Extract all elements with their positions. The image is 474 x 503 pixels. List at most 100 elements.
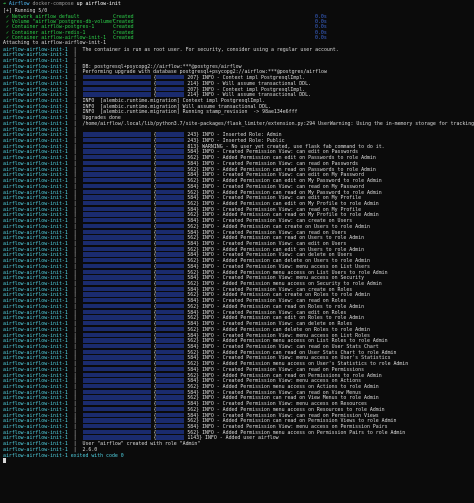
redacted-timestamp xyxy=(82,338,151,343)
redacted-timestamp xyxy=(82,92,151,97)
redacted-timestamp xyxy=(82,195,151,200)
redacted-timestamp xyxy=(82,258,151,263)
redacted-source xyxy=(156,86,185,91)
redacted-source xyxy=(156,252,185,257)
redacted-timestamp xyxy=(82,326,151,332)
redacted-timestamp xyxy=(82,132,151,137)
redacted-timestamp xyxy=(82,235,151,240)
redacted-timestamp xyxy=(82,349,151,354)
redacted-source xyxy=(156,132,185,137)
redacted-timestamp xyxy=(82,183,151,189)
redacted-timestamp xyxy=(82,229,151,234)
redacted-timestamp xyxy=(82,366,151,372)
redacted-source xyxy=(156,189,185,194)
redacted-timestamp xyxy=(82,292,151,297)
redacted-source xyxy=(156,435,185,440)
redacted-source xyxy=(156,401,185,406)
redacted-timestamp xyxy=(82,343,151,349)
redacted-source xyxy=(156,178,185,183)
redacted-source xyxy=(156,338,185,343)
redacted-timestamp xyxy=(82,86,151,91)
redacted-source xyxy=(156,166,185,171)
redacted-source xyxy=(156,303,185,309)
redacted-timestamp xyxy=(82,395,151,400)
redacted-timestamp xyxy=(82,212,151,217)
redacted-timestamp xyxy=(82,315,151,320)
redacted-source xyxy=(156,218,185,223)
redacted-source xyxy=(156,246,185,251)
redacted-timestamp xyxy=(82,178,151,183)
redacted-timestamp xyxy=(82,378,151,383)
redacted-timestamp xyxy=(82,189,151,194)
redacted-source xyxy=(156,263,185,269)
redacted-source xyxy=(156,372,185,377)
redacted-source xyxy=(156,160,185,166)
redacted-timestamp xyxy=(82,263,151,269)
redacted-timestamp xyxy=(82,383,151,389)
redacted-timestamp xyxy=(82,309,151,314)
prompt-command: up airflow-init xyxy=(76,1,121,7)
redacted-timestamp xyxy=(82,240,151,246)
redacted-source xyxy=(156,309,185,314)
redacted-timestamp xyxy=(82,303,151,309)
redacted-timestamp xyxy=(82,246,151,251)
redacted-source xyxy=(156,378,185,383)
redacted-source xyxy=(156,389,185,394)
redacted-source xyxy=(156,366,185,372)
redacted-source xyxy=(156,412,185,417)
redacted-timestamp xyxy=(82,269,151,274)
redacted-source xyxy=(156,138,185,143)
redacted-timestamp xyxy=(82,429,151,435)
redacted-timestamp xyxy=(82,200,151,206)
redacted-timestamp xyxy=(82,155,151,160)
redacted-source xyxy=(156,298,185,303)
redacted-timestamp xyxy=(82,275,151,280)
redacted-timestamp xyxy=(82,298,151,303)
redacted-source xyxy=(156,269,185,274)
redacted-timestamp xyxy=(82,218,151,223)
redacted-timestamp xyxy=(82,286,151,292)
redacted-source xyxy=(156,321,185,326)
redacted-source xyxy=(156,235,185,240)
redacted-source xyxy=(156,424,185,429)
redacted-source xyxy=(156,200,185,206)
redacted-timestamp xyxy=(82,160,151,166)
redacted-source xyxy=(156,355,185,360)
redacted-source xyxy=(156,195,185,200)
redacted-timestamp xyxy=(82,143,151,149)
redacted-source xyxy=(156,143,185,149)
redacted-source xyxy=(156,206,185,211)
redacted-timestamp xyxy=(82,389,151,394)
redacted-timestamp xyxy=(82,424,151,429)
redacted-source xyxy=(156,361,185,366)
redacted-source xyxy=(156,349,185,354)
prompt-path: docker-compose xyxy=(32,1,74,7)
cursor xyxy=(3,458,6,464)
redacted-source xyxy=(156,229,185,234)
redacted-source xyxy=(156,418,185,423)
redacted-timestamp xyxy=(82,361,151,366)
redacted-source xyxy=(156,332,185,337)
redacted-timestamp xyxy=(82,435,151,440)
redacted-timestamp xyxy=(82,412,151,417)
redacted-timestamp xyxy=(82,281,151,286)
redacted-timestamp xyxy=(82,223,151,229)
redacted-timestamp xyxy=(82,138,151,143)
redacted-timestamp xyxy=(82,80,151,86)
redacted-timestamp xyxy=(82,166,151,171)
redacted-timestamp xyxy=(82,372,151,377)
redacted-source xyxy=(156,183,185,189)
redacted-source xyxy=(156,212,185,217)
redacted-timestamp xyxy=(82,401,151,406)
redacted-timestamp xyxy=(82,149,151,154)
redacted-timestamp xyxy=(82,172,151,177)
redacted-timestamp xyxy=(82,206,151,211)
redacted-source xyxy=(156,149,185,154)
redacted-source xyxy=(156,286,185,292)
redacted-source xyxy=(156,383,185,389)
redacted-timestamp xyxy=(82,418,151,423)
redacted-timestamp xyxy=(82,406,151,412)
redacted-source xyxy=(156,326,185,332)
redacted-source xyxy=(156,406,185,412)
redacted-source xyxy=(156,75,185,80)
